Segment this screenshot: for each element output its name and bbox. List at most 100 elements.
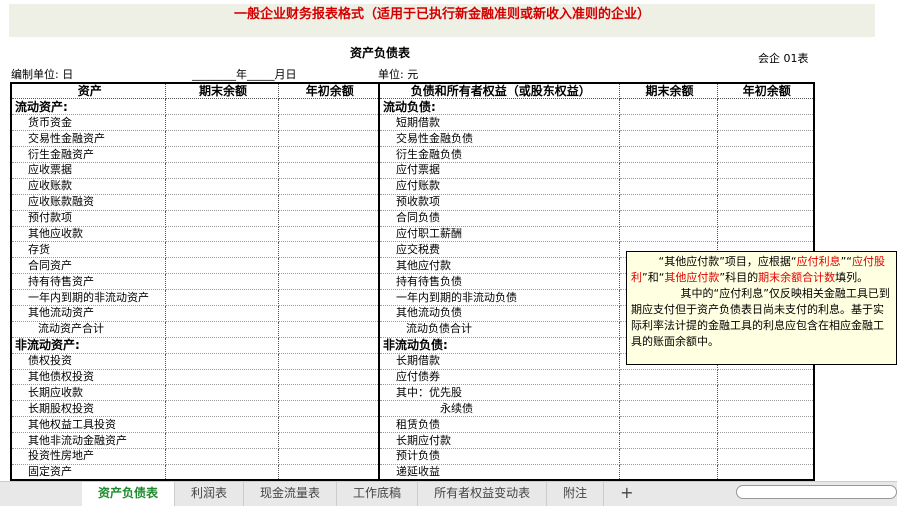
asset-end-cell[interactable]: [165, 273, 279, 291]
asset-end-cell[interactable]: [165, 98, 279, 116]
asset-end-cell[interactable]: [165, 226, 279, 243]
asset-end-cell[interactable]: [165, 178, 279, 195]
asset-label: 一年内到期的非流动资产: [11, 289, 166, 306]
asset-begin-cell[interactable]: [278, 130, 380, 148]
liability-begin-cell[interactable]: [717, 432, 815, 449]
asset-begin-cell[interactable]: [278, 400, 380, 418]
liability-begin-cell[interactable]: [717, 98, 815, 116]
asset-begin-cell[interactable]: [278, 384, 380, 402]
liability-label: 长期应付款: [379, 432, 620, 449]
asset-end-cell[interactable]: [165, 432, 279, 449]
liability-begin-cell[interactable]: [717, 210, 815, 227]
liability-begin-cell[interactable]: [717, 464, 815, 481]
asset-end-cell[interactable]: [165, 369, 279, 386]
liability-begin-cell[interactable]: [717, 416, 815, 434]
liability-end-cell[interactable]: [619, 146, 718, 163]
asset-end-cell[interactable]: [165, 464, 279, 481]
horizontal-scrollbar[interactable]: [736, 485, 897, 499]
liability-end-cell[interactable]: [619, 369, 718, 386]
liability-begin-cell[interactable]: [717, 162, 815, 179]
liability-end-cell[interactable]: [619, 226, 718, 243]
asset-end-cell[interactable]: [165, 353, 279, 370]
liability-label: 一年内到期的非流动负债: [379, 289, 620, 306]
asset-begin-cell[interactable]: [278, 448, 380, 465]
tab-worksheet[interactable]: 工作底稿: [337, 482, 419, 506]
liability-begin-cell[interactable]: [717, 178, 815, 195]
liability-end-cell[interactable]: [619, 178, 718, 195]
asset-begin-cell[interactable]: [278, 98, 380, 116]
asset-begin-cell[interactable]: [278, 114, 380, 132]
liability-end-cell[interactable]: [619, 114, 718, 132]
liability-label: 应付债券: [379, 369, 620, 386]
asset-end-cell[interactable]: [165, 337, 279, 354]
asset-end-cell[interactable]: [165, 416, 279, 434]
liability-begin-cell[interactable]: [717, 369, 815, 386]
liability-begin-cell[interactable]: [717, 448, 815, 465]
asset-end-cell[interactable]: [165, 289, 279, 306]
liability-begin-cell[interactable]: [717, 146, 815, 163]
liability-end-cell[interactable]: [619, 194, 718, 211]
liability-begin-cell[interactable]: [717, 226, 815, 243]
asset-begin-cell[interactable]: [278, 273, 380, 291]
tab-equity[interactable]: 所有者权益变动表: [418, 482, 548, 506]
liability-end-cell[interactable]: [619, 400, 718, 418]
asset-begin-cell[interactable]: [278, 305, 380, 322]
asset-begin-cell[interactable]: [278, 210, 380, 227]
liability-label: 合同负债: [379, 210, 620, 227]
asset-begin-cell[interactable]: [278, 178, 380, 195]
asset-begin-cell[interactable]: [278, 226, 380, 243]
asset-begin-cell[interactable]: [278, 146, 380, 163]
liability-label: 永续债: [379, 400, 620, 418]
liability-end-cell[interactable]: [619, 98, 718, 116]
asset-end-cell[interactable]: [165, 146, 279, 163]
asset-end-cell[interactable]: [165, 305, 279, 322]
liability-end-cell[interactable]: [619, 210, 718, 227]
asset-begin-cell[interactable]: [278, 289, 380, 306]
asset-end-cell[interactable]: [165, 114, 279, 132]
tab-balance-sheet[interactable]: 资产负债表: [82, 482, 176, 506]
liability-label: 应付账款: [379, 178, 620, 195]
tab-income[interactable]: 利润表: [175, 482, 245, 506]
liability-end-cell[interactable]: [619, 432, 718, 449]
header-cell: 期末余额: [619, 83, 718, 100]
asset-begin-cell[interactable]: [278, 432, 380, 449]
asset-end-cell[interactable]: [165, 130, 279, 148]
tab-notes[interactable]: 附注: [547, 482, 605, 506]
asset-begin-cell[interactable]: [278, 241, 380, 259]
asset-end-cell[interactable]: [165, 210, 279, 227]
liability-begin-cell[interactable]: [717, 114, 815, 132]
liability-end-cell[interactable]: [619, 464, 718, 481]
liability-begin-cell[interactable]: [717, 384, 815, 402]
tab-nav[interactable]: [0, 482, 82, 506]
liability-label: 预计负债: [379, 448, 620, 465]
asset-begin-cell[interactable]: [278, 416, 380, 434]
asset-end-cell[interactable]: [165, 241, 279, 259]
asset-begin-cell[interactable]: [278, 337, 380, 354]
asset-end-cell[interactable]: [165, 384, 279, 402]
add-sheet-button[interactable]: +: [604, 482, 649, 506]
liability-begin-cell[interactable]: [717, 194, 815, 211]
liability-end-cell[interactable]: [619, 130, 718, 148]
header-cell: 资产: [11, 83, 166, 100]
asset-end-cell[interactable]: [165, 321, 279, 338]
asset-end-cell[interactable]: [165, 194, 279, 211]
asset-end-cell[interactable]: [165, 162, 279, 179]
asset-begin-cell[interactable]: [278, 353, 380, 370]
asset-end-cell[interactable]: [165, 400, 279, 418]
asset-begin-cell[interactable]: [278, 321, 380, 338]
liability-end-cell[interactable]: [619, 416, 718, 434]
tab-cashflow[interactable]: 现金流量表: [244, 482, 338, 506]
asset-end-cell[interactable]: [165, 448, 279, 465]
asset-begin-cell[interactable]: [278, 257, 380, 275]
asset-end-cell[interactable]: [165, 257, 279, 275]
liability-begin-cell[interactable]: [717, 400, 815, 418]
asset-begin-cell[interactable]: [278, 464, 380, 481]
liability-end-cell[interactable]: [619, 448, 718, 465]
liability-end-cell[interactable]: [619, 384, 718, 402]
liability-end-cell[interactable]: [619, 162, 718, 179]
asset-begin-cell[interactable]: [278, 369, 380, 386]
asset-begin-cell[interactable]: [278, 162, 380, 179]
liability-label: 预收款项: [379, 194, 620, 211]
asset-begin-cell[interactable]: [278, 194, 380, 211]
liability-begin-cell[interactable]: [717, 130, 815, 148]
